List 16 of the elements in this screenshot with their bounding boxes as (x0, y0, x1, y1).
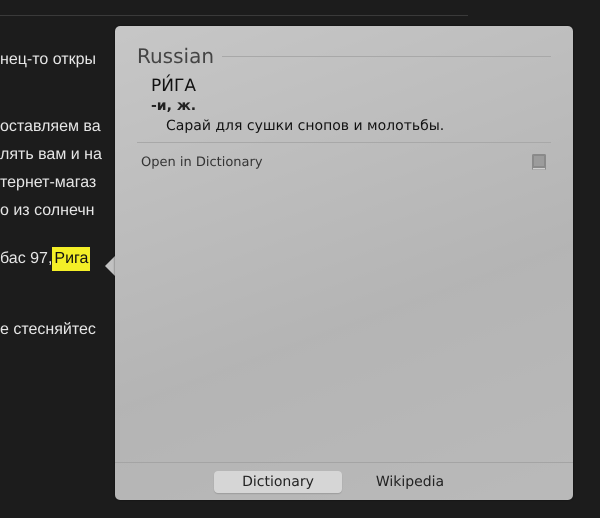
article-text: о из солнечн (0, 201, 94, 221)
definition-text: Сарай для сушки снопов и молотьбы. (166, 118, 446, 134)
headword: РИ́ГА (151, 76, 197, 96)
open-in-dictionary-link[interactable]: Open in Dictionary (141, 154, 263, 170)
article-text: нец-то откры (0, 50, 96, 70)
article-text: бас 97, (0, 249, 52, 269)
tab[interactable]: Dictionary (214, 470, 342, 492)
article-text: е стесняйтес (0, 320, 96, 340)
highlighted-word: Рига (52, 247, 90, 271)
book-icon[interactable] (531, 153, 547, 171)
article-text: оставляем ва (0, 117, 101, 137)
tab[interactable]: Wikipedia (346, 470, 474, 492)
article-text: тернет-магаз (0, 173, 96, 193)
article-text: лять вам и на (0, 145, 102, 165)
language-heading: Russian (137, 44, 214, 68)
grammar-text: -и, ж. (151, 98, 198, 114)
